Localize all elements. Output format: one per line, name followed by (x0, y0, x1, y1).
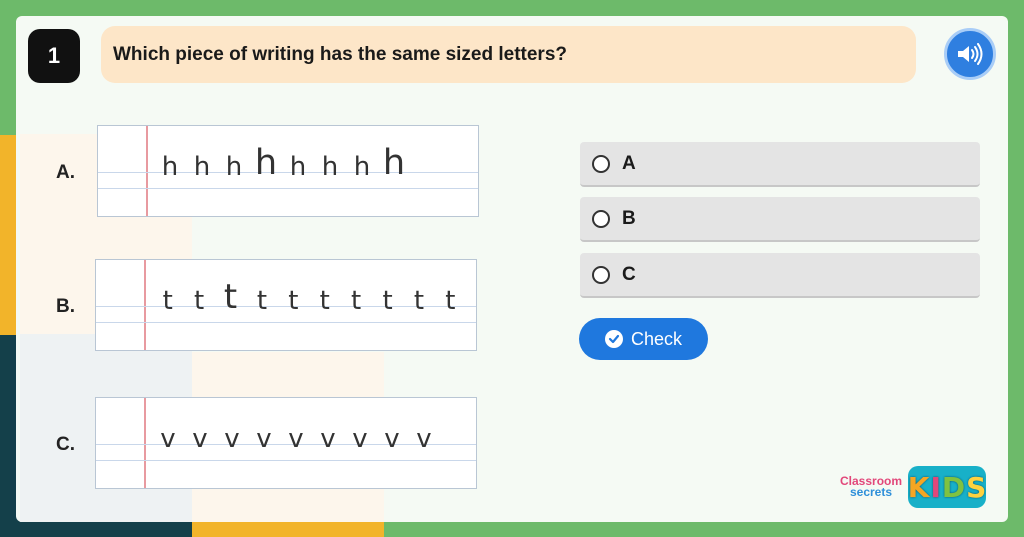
radio-unselected-icon[interactable] (592, 265, 610, 284)
handwritten-letter: v (320, 424, 336, 454)
question-card: 1 Which piece of writing has the same si… (16, 16, 1008, 522)
letters-row: vvvvvvvvv (152, 408, 466, 452)
handwritten-letter: v (384, 424, 400, 454)
answer-option-c[interactable]: C (580, 253, 980, 298)
handwritten-letter: h (353, 152, 371, 182)
handwritten-letter: v (256, 424, 272, 454)
kids-wordmark: KIDS (908, 466, 986, 508)
logo-letter: D (941, 470, 966, 504)
classroom-secrets-wordmark: Classroom secrets (840, 474, 903, 499)
check-circle-icon (604, 330, 623, 348)
logo-letter: I (930, 470, 941, 504)
handwritten-letter: t (256, 286, 268, 316)
handwritten-letter: t (351, 286, 362, 316)
answer-option-b[interactable]: B (580, 197, 980, 242)
handwritten-letter: v (224, 424, 240, 454)
handwritten-letter: v (416, 424, 432, 454)
classroom-secrets-kids-logo: Classroom secrets KIDS (840, 466, 986, 508)
answer-option-a[interactable]: A (580, 142, 980, 187)
handwritten-letter: t (413, 286, 425, 316)
option-b-label: B. (56, 296, 75, 317)
paper-margin (146, 126, 148, 216)
handwritten-letter: v (192, 424, 208, 454)
option-c-writing: vvvvvvvvv (95, 397, 477, 489)
handwritten-letter: t (194, 286, 205, 316)
audio-button[interactable] (944, 28, 996, 80)
paper-margin (144, 260, 146, 350)
handwritten-letter: t (288, 286, 299, 316)
decor-yellow-bottom (192, 520, 384, 537)
radio-unselected-icon[interactable] (592, 209, 610, 228)
check-label: Check (630, 328, 683, 349)
option-c-label: C. (56, 434, 75, 455)
handwritten-letter: h (382, 141, 406, 183)
handwritten-letter: t (319, 286, 330, 316)
handwritten-letter: h (321, 152, 339, 182)
handwritten-letter: h (225, 152, 243, 182)
handwritten-letter: h (289, 152, 307, 182)
option-a-label: A. (56, 162, 75, 183)
speaker-icon (958, 43, 983, 65)
option-b-writing: tttttttttt (95, 259, 477, 351)
paper-line (96, 460, 476, 461)
question-text: Which piece of writing has the same size… (101, 26, 916, 83)
handwritten-letter: v (160, 424, 176, 454)
paper-line (96, 322, 476, 323)
answer-label: A (622, 152, 636, 174)
check-button[interactable]: Check (579, 318, 708, 360)
handwritten-letter: t (223, 277, 238, 317)
option-a-writing: hhhhhhhh (97, 125, 479, 217)
letters-row: tttttttttt (152, 270, 466, 314)
handwritten-letter: v (288, 424, 304, 454)
letters-row: hhhhhhhh (154, 136, 468, 180)
logo-letter: S (966, 470, 987, 504)
handwritten-letter: h (254, 141, 278, 183)
answer-label: B (622, 207, 636, 229)
question-label: Which piece of writing has the same size… (113, 43, 567, 65)
handwritten-letter: t (382, 286, 393, 316)
handwritten-letter: t (445, 286, 456, 316)
paper-margin (144, 398, 146, 488)
paper-line (98, 188, 478, 189)
logo-letter: K (907, 470, 930, 504)
handwritten-letter: h (161, 152, 179, 182)
question-number: 1 (28, 29, 80, 83)
handwritten-letter: v (352, 424, 368, 454)
handwritten-letter: t (162, 286, 173, 316)
handwritten-letter: h (193, 152, 211, 182)
radio-unselected-icon[interactable] (592, 154, 610, 173)
answer-label: C (622, 263, 636, 285)
decor-dark-bottom (0, 520, 192, 537)
